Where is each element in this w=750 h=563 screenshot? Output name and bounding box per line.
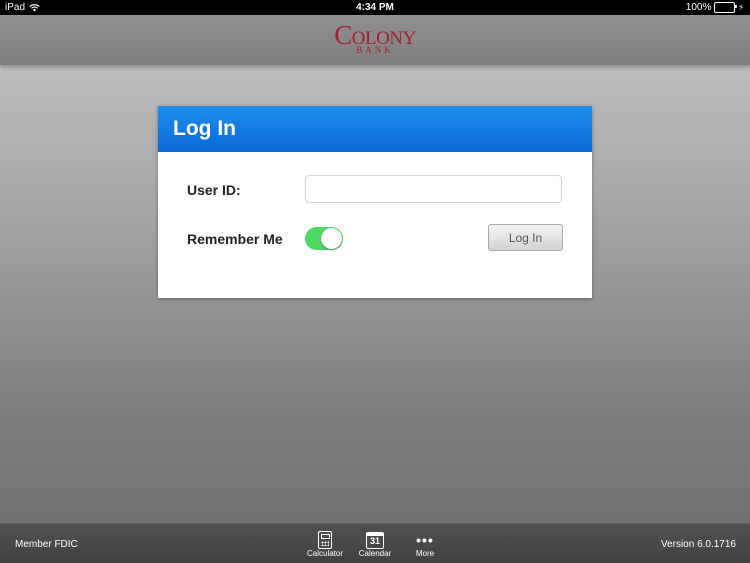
status-time: 4:34 PM (356, 2, 394, 13)
calculator-icon (318, 531, 332, 549)
calculator-button[interactable]: Calculator (300, 527, 350, 558)
user-id-input[interactable] (305, 175, 562, 203)
bottom-toolbar: Member FDIC Calculator 31 Calendar ••• M… (0, 523, 750, 563)
wifi-icon (29, 3, 40, 12)
more-icon: ••• (416, 532, 434, 548)
log-in-button[interactable]: Log In (488, 224, 563, 251)
calculator-label: Calculator (306, 549, 343, 558)
colony-bank-logo: Colony BANK (0, 22, 750, 55)
remember-me-label: Remember Me (187, 231, 283, 247)
device-name: iPad (5, 2, 26, 13)
calendar-label: Calendar (358, 549, 392, 558)
more-label: More (415, 549, 435, 558)
battery-percent: 100% (685, 2, 712, 13)
calendar-icon-date: 31 (369, 536, 380, 546)
more-button[interactable]: ••• More (400, 527, 450, 558)
login-card: Log In User ID: Remember Me Log In (158, 106, 592, 298)
status-right: 100% ⚡ (686, 0, 744, 15)
status-left: iPad (5, 0, 40, 15)
logo-subtext: BANK (356, 45, 394, 55)
login-title: Log In (158, 106, 592, 152)
user-id-label: User ID: (187, 182, 241, 198)
app-header: Colony BANK (0, 15, 750, 65)
charging-bolt-icon: ⚡ (738, 3, 744, 12)
toggle-knob (321, 228, 342, 249)
remember-me-toggle[interactable] (305, 227, 343, 250)
calendar-button[interactable]: 31 Calendar (350, 527, 400, 558)
member-fdic-text: Member FDIC (15, 539, 78, 550)
calendar-icon: 31 (366, 532, 384, 549)
battery-icon (714, 2, 738, 13)
version-text: Version 6.0.1716 (660, 539, 736, 550)
status-bar: iPad 4:34 PM 100% ⚡ (0, 0, 750, 15)
